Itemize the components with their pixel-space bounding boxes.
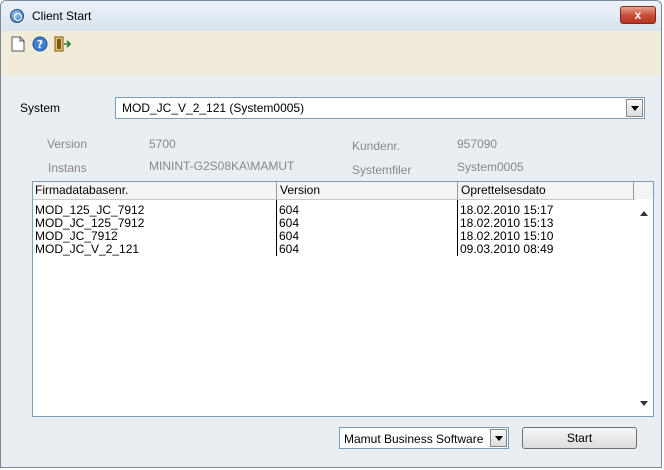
system-label: System bbox=[20, 101, 61, 115]
system-files-value: System0005 bbox=[457, 160, 524, 174]
company-database-table: Firmadatabasenr. Version Oprettelsesdato… bbox=[32, 181, 654, 417]
scroll-up-arrow-icon[interactable] bbox=[640, 211, 648, 216]
customer-number-label: Kundenr. bbox=[352, 139, 401, 153]
client-start-window: Client Start x ? System MOD_JC_V_2_121 (… bbox=[0, 0, 662, 468]
product-selected-value: Mamut Business Software bbox=[344, 432, 484, 446]
window-title: Client Start bbox=[32, 9, 92, 23]
system-files-label: Systemfiler bbox=[352, 163, 412, 177]
column-header-created[interactable]: Oprettelsesdato bbox=[461, 183, 546, 199]
column-header-database[interactable]: Firmadatabasenr. bbox=[35, 183, 128, 199]
start-button[interactable]: Start bbox=[522, 427, 637, 449]
svg-text:?: ? bbox=[37, 38, 43, 51]
instance-value: MININT-G2S08KA\MAMUT bbox=[149, 159, 295, 173]
chevron-down-icon[interactable] bbox=[626, 99, 643, 117]
exit-icon[interactable] bbox=[53, 36, 73, 52]
system-selected-value: MOD_JC_V_2_121 (System0005) bbox=[122, 101, 305, 115]
title-bar[interactable]: Client Start x bbox=[1, 1, 661, 31]
help-icon[interactable]: ? bbox=[32, 36, 48, 52]
app-logo-icon bbox=[10, 9, 24, 23]
scroll-down-arrow-icon[interactable] bbox=[640, 401, 648, 406]
close-button[interactable]: x bbox=[620, 6, 656, 24]
chevron-down-icon[interactable] bbox=[490, 429, 507, 447]
instance-label: Instans bbox=[48, 161, 87, 175]
table-header: Firmadatabasenr. Version Oprettelsesdato bbox=[33, 182, 653, 200]
version-label: Version bbox=[47, 137, 88, 151]
column-header-version[interactable]: Version bbox=[280, 183, 320, 199]
version-value: 5700 bbox=[149, 137, 176, 151]
product-dropdown[interactable]: Mamut Business Software bbox=[339, 427, 509, 449]
new-document-icon[interactable] bbox=[11, 36, 27, 52]
customer-number-value: 957090 bbox=[457, 137, 498, 151]
toolbar: ? bbox=[1, 31, 661, 75]
table-scrollbar[interactable] bbox=[635, 199, 653, 416]
system-dropdown[interactable]: MOD_JC_V_2_121 (System0005) bbox=[115, 97, 645, 119]
table-row[interactable]: MOD_JC_V_2_121 604 09.03.2010 08:49 bbox=[33, 243, 633, 256]
